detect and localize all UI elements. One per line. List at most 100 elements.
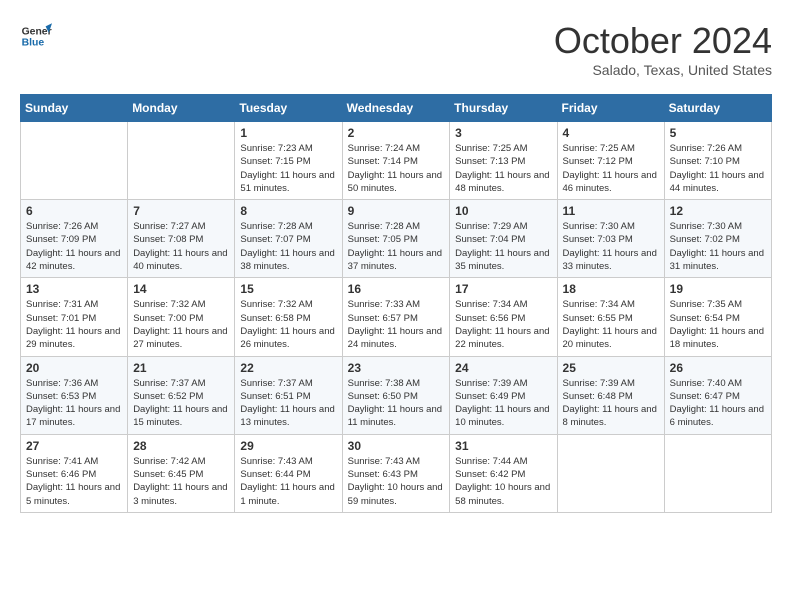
day-info: Sunrise: 7:23 AM Sunset: 7:15 PM Dayligh… bbox=[240, 142, 336, 195]
day-info: Sunrise: 7:37 AM Sunset: 6:52 PM Dayligh… bbox=[133, 377, 229, 430]
calendar-header-friday: Friday bbox=[557, 95, 664, 122]
day-info: Sunrise: 7:40 AM Sunset: 6:47 PM Dayligh… bbox=[670, 377, 766, 430]
day-number: 4 bbox=[563, 126, 659, 140]
location: Salado, Texas, United States bbox=[554, 62, 772, 78]
day-number: 2 bbox=[348, 126, 445, 140]
day-info: Sunrise: 7:39 AM Sunset: 6:48 PM Dayligh… bbox=[563, 377, 659, 430]
day-info: Sunrise: 7:26 AM Sunset: 7:10 PM Dayligh… bbox=[670, 142, 766, 195]
calendar-cell: 3Sunrise: 7:25 AM Sunset: 7:13 PM Daylig… bbox=[450, 122, 557, 200]
calendar-week-4: 20Sunrise: 7:36 AM Sunset: 6:53 PM Dayli… bbox=[21, 356, 772, 434]
day-info: Sunrise: 7:38 AM Sunset: 6:50 PM Dayligh… bbox=[348, 377, 445, 430]
calendar-cell: 7 Sunrise: 7:27 AM Sunset: 7:08 PM Daylig… bbox=[128, 200, 235, 278]
day-info: Sunrise: 7:30 AM Sunset: 7:02 PM Dayligh… bbox=[670, 220, 766, 273]
day-info: Sunrise: 7:34 AM Sunset: 6:55 PM Dayligh… bbox=[563, 298, 659, 351]
calendar-week-5: 27 Sunrise: 7:41 AM Sunset: 6:46 PM Dayli… bbox=[21, 434, 772, 512]
calendar-cell: 18 Sunrise: 7:34 AM Sunset: 6:55 PM Dayli… bbox=[557, 278, 664, 356]
day-number: 6 bbox=[26, 204, 122, 218]
page-header: General Blue October 2024 Salado, Texas,… bbox=[20, 20, 772, 78]
calendar-cell: 14Sunrise: 7:32 AM Sunset: 7:00 PM Dayli… bbox=[128, 278, 235, 356]
logo: General Blue bbox=[20, 20, 52, 52]
day-number: 13 bbox=[26, 282, 122, 296]
day-number: 26 bbox=[670, 361, 766, 375]
calendar-cell: 17 Sunrise: 7:34 AM Sunset: 6:56 PM Dayli… bbox=[450, 278, 557, 356]
day-info: Sunrise: 7:28 AM Sunset: 7:07 PM Dayligh… bbox=[240, 220, 336, 273]
calendar-cell: 9 Sunrise: 7:28 AM Sunset: 7:05 PM Daylig… bbox=[342, 200, 450, 278]
day-number: 22 bbox=[240, 361, 336, 375]
calendar-cell: 27 Sunrise: 7:41 AM Sunset: 6:46 PM Dayli… bbox=[21, 434, 128, 512]
calendar-cell: 25 Sunrise: 7:39 AM Sunset: 6:48 PM Dayli… bbox=[557, 356, 664, 434]
calendar-cell bbox=[21, 122, 128, 200]
day-number: 3 bbox=[455, 126, 551, 140]
calendar-cell: 12 Sunrise: 7:30 AM Sunset: 7:02 PM Dayli… bbox=[664, 200, 771, 278]
day-info: Sunrise: 7:37 AM Sunset: 6:51 PM Dayligh… bbox=[240, 377, 336, 430]
day-info: Sunrise: 7:36 AM Sunset: 6:53 PM Dayligh… bbox=[26, 377, 122, 430]
day-number: 7 bbox=[133, 204, 229, 218]
day-info: Sunrise: 7:42 AM Sunset: 6:45 PM Dayligh… bbox=[133, 455, 229, 508]
day-number: 25 bbox=[563, 361, 659, 375]
calendar-week-2: 6 Sunrise: 7:26 AM Sunset: 7:09 PM Daylig… bbox=[21, 200, 772, 278]
calendar-cell: 2 Sunrise: 7:24 AM Sunset: 7:14 PM Daylig… bbox=[342, 122, 450, 200]
day-info: Sunrise: 7:25 AM Sunset: 7:12 PM Dayligh… bbox=[563, 142, 659, 195]
day-info: Sunrise: 7:26 AM Sunset: 7:09 PM Dayligh… bbox=[26, 220, 122, 273]
title-block: October 2024 Salado, Texas, United State… bbox=[554, 20, 772, 78]
day-number: 17 bbox=[455, 282, 551, 296]
day-number: 31 bbox=[455, 439, 551, 453]
logo-icon: General Blue bbox=[20, 20, 52, 52]
calendar-cell bbox=[664, 434, 771, 512]
calendar-header-thursday: Thursday bbox=[450, 95, 557, 122]
day-info: Sunrise: 7:41 AM Sunset: 6:46 PM Dayligh… bbox=[26, 455, 122, 508]
day-info: Sunrise: 7:27 AM Sunset: 7:08 PM Dayligh… bbox=[133, 220, 229, 273]
calendar-week-3: 13Sunrise: 7:31 AM Sunset: 7:01 PM Dayli… bbox=[21, 278, 772, 356]
day-info: Sunrise: 7:33 AM Sunset: 6:57 PM Dayligh… bbox=[348, 298, 445, 351]
calendar-cell: 13Sunrise: 7:31 AM Sunset: 7:01 PM Dayli… bbox=[21, 278, 128, 356]
calendar-cell: 30 Sunrise: 7:43 AM Sunset: 6:43 PM Dayli… bbox=[342, 434, 450, 512]
day-info: Sunrise: 7:30 AM Sunset: 7:03 PM Dayligh… bbox=[563, 220, 659, 273]
calendar-header-monday: Monday bbox=[128, 95, 235, 122]
calendar-cell: 8 Sunrise: 7:28 AM Sunset: 7:07 PM Daylig… bbox=[235, 200, 342, 278]
calendar-week-1: 1 Sunrise: 7:23 AM Sunset: 7:15 PM Daylig… bbox=[21, 122, 772, 200]
svg-text:Blue: Blue bbox=[22, 38, 45, 49]
calendar-cell: 21Sunrise: 7:37 AM Sunset: 6:52 PM Dayli… bbox=[128, 356, 235, 434]
calendar-cell: 22 Sunrise: 7:37 AM Sunset: 6:51 PM Dayli… bbox=[235, 356, 342, 434]
day-number: 14 bbox=[133, 282, 229, 296]
day-number: 19 bbox=[670, 282, 766, 296]
day-info: Sunrise: 7:35 AM Sunset: 6:54 PM Dayligh… bbox=[670, 298, 766, 351]
day-number: 16 bbox=[348, 282, 445, 296]
day-info: Sunrise: 7:39 AM Sunset: 6:49 PM Dayligh… bbox=[455, 377, 551, 430]
day-number: 8 bbox=[240, 204, 336, 218]
day-info: Sunrise: 7:34 AM Sunset: 6:56 PM Dayligh… bbox=[455, 298, 551, 351]
day-number: 12 bbox=[670, 204, 766, 218]
day-number: 5 bbox=[670, 126, 766, 140]
day-info: Sunrise: 7:28 AM Sunset: 7:05 PM Dayligh… bbox=[348, 220, 445, 273]
day-number: 1 bbox=[240, 126, 336, 140]
day-number: 23 bbox=[348, 361, 445, 375]
calendar-cell bbox=[557, 434, 664, 512]
day-info: Sunrise: 7:29 AM Sunset: 7:04 PM Dayligh… bbox=[455, 220, 551, 273]
calendar-cell: 28 Sunrise: 7:42 AM Sunset: 6:45 PM Dayli… bbox=[128, 434, 235, 512]
calendar-cell: 20Sunrise: 7:36 AM Sunset: 6:53 PM Dayli… bbox=[21, 356, 128, 434]
day-number: 15 bbox=[240, 282, 336, 296]
day-number: 10 bbox=[455, 204, 551, 218]
calendar-cell: 6 Sunrise: 7:26 AM Sunset: 7:09 PM Daylig… bbox=[21, 200, 128, 278]
day-number: 28 bbox=[133, 439, 229, 453]
calendar-cell: 19 Sunrise: 7:35 AM Sunset: 6:54 PM Dayli… bbox=[664, 278, 771, 356]
day-number: 27 bbox=[26, 439, 122, 453]
calendar-cell: 23 Sunrise: 7:38 AM Sunset: 6:50 PM Dayli… bbox=[342, 356, 450, 434]
day-info: Sunrise: 7:24 AM Sunset: 7:14 PM Dayligh… bbox=[348, 142, 445, 195]
day-info: Sunrise: 7:43 AM Sunset: 6:43 PM Dayligh… bbox=[348, 455, 445, 508]
calendar-cell: 26 Sunrise: 7:40 AM Sunset: 6:47 PM Dayli… bbox=[664, 356, 771, 434]
calendar-header-tuesday: Tuesday bbox=[235, 95, 342, 122]
calendar-cell: 31 Sunrise: 7:44 AM Sunset: 6:42 PM Dayli… bbox=[450, 434, 557, 512]
calendar-cell: 5 Sunrise: 7:26 AM Sunset: 7:10 PM Daylig… bbox=[664, 122, 771, 200]
day-number: 30 bbox=[348, 439, 445, 453]
calendar-header-wednesday: Wednesday bbox=[342, 95, 450, 122]
calendar-header-sunday: Sunday bbox=[21, 95, 128, 122]
calendar-cell: 29Sunrise: 7:43 AM Sunset: 6:44 PM Dayli… bbox=[235, 434, 342, 512]
day-number: 29 bbox=[240, 439, 336, 453]
day-number: 18 bbox=[563, 282, 659, 296]
day-info: Sunrise: 7:32 AM Sunset: 6:58 PM Dayligh… bbox=[240, 298, 336, 351]
calendar-cell bbox=[128, 122, 235, 200]
day-number: 9 bbox=[348, 204, 445, 218]
calendar-cell: 16 Sunrise: 7:33 AM Sunset: 6:57 PM Dayli… bbox=[342, 278, 450, 356]
day-info: Sunrise: 7:44 AM Sunset: 6:42 PM Dayligh… bbox=[455, 455, 551, 508]
